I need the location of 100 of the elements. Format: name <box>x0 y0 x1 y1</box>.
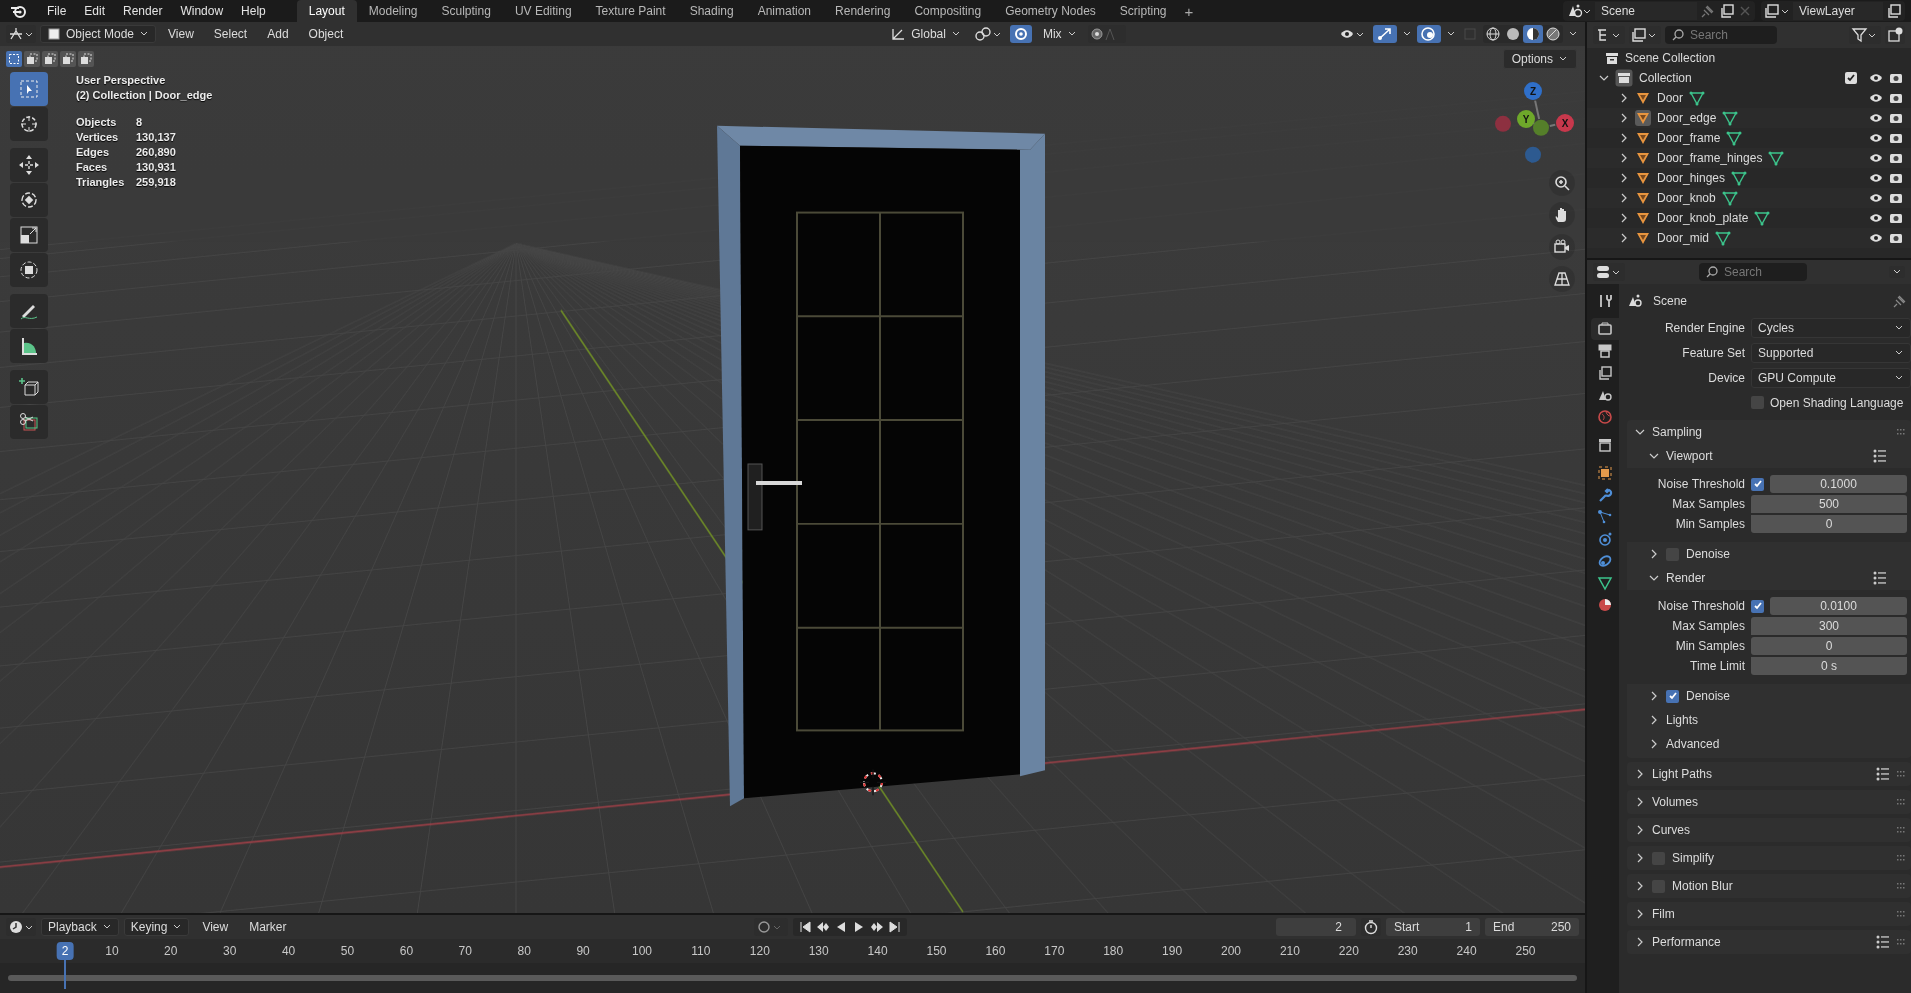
mesh-data-icon[interactable] <box>1722 110 1739 126</box>
menu-item[interactable]: Select <box>205 27 256 41</box>
panel-title[interactable]: Light Paths <box>1652 767 1713 781</box>
mesh-data-icon[interactable] <box>1689 90 1705 106</box>
menu-item[interactable]: View <box>160 27 202 41</box>
start-frame-field[interactable]: Start 1 <box>1386 918 1480 936</box>
chevron-icon[interactable] <box>1635 825 1645 835</box>
orientation-dropdown[interactable]: Global <box>883 25 968 43</box>
drag-handle-icon[interactable] <box>1897 826 1907 834</box>
checkbox[interactable] <box>1751 477 1764 491</box>
chevron-icon[interactable] <box>1649 739 1659 749</box>
subpanel-title[interactable]: Denoise <box>1686 689 1731 703</box>
checkbox[interactable] <box>1666 689 1679 703</box>
menu-item[interactable]: View <box>194 920 237 934</box>
number-field[interactable]: 0 <box>1751 637 1907 655</box>
number-field[interactable]: 0.0100 <box>1770 597 1907 615</box>
camera-icon[interactable] <box>1889 112 1903 124</box>
presets-icon[interactable] <box>1876 935 1890 949</box>
outliner-item[interactable]: Door_hinges <box>1657 171 1726 185</box>
camera-icon[interactable] <box>1889 132 1903 144</box>
next-keyframe-icon[interactable] <box>868 919 885 935</box>
rendered-sphere-icon[interactable] <box>1543 25 1563 43</box>
workspace-tab[interactable]: Compositing <box>902 0 994 22</box>
number-field[interactable]: 0.1000 <box>1770 475 1907 493</box>
number-field[interactable]: 300 <box>1751 617 1907 635</box>
workspace-tab[interactable]: Layout <box>296 0 357 22</box>
select-field[interactable]: Supported <box>1751 342 1911 363</box>
eye-icon[interactable] <box>1869 152 1883 164</box>
mesh-data-icon[interactable] <box>1731 170 1748 186</box>
panel-title[interactable]: Simplify <box>1672 851 1714 865</box>
chevron-icon[interactable] <box>1635 937 1645 947</box>
camera-icon[interactable] <box>1889 232 1903 244</box>
camera-icon[interactable] <box>1889 92 1903 104</box>
drag-handle-icon[interactable] <box>1897 798 1907 806</box>
presets-icon[interactable] <box>1873 571 1887 585</box>
presets-icon[interactable] <box>1873 449 1887 463</box>
pin-icon[interactable] <box>1700 3 1716 19</box>
drag-handle-icon[interactable] <box>1897 938 1907 946</box>
eye-icon[interactable] <box>1869 192 1883 204</box>
playhead[interactable]: 2 <box>56 942 74 960</box>
menu-item[interactable]: Render <box>114 4 172 18</box>
scissors-icon[interactable] <box>10 405 48 439</box>
workspace-tab[interactable]: Geometry Nodes <box>993 0 1108 22</box>
chevron-icon[interactable] <box>1649 451 1659 461</box>
outliner-item[interactable]: Scene Collection <box>1625 51 1716 65</box>
object-icon[interactable] <box>1635 210 1651 226</box>
mesh-data-icon[interactable] <box>1726 130 1743 146</box>
camera-icon[interactable] <box>1889 152 1903 164</box>
menu-item[interactable]: Window <box>171 4 233 18</box>
workspace-tab[interactable]: UV Editing <box>502 0 584 22</box>
chevron-icon[interactable] <box>1599 73 1609 83</box>
outliner-item[interactable]: Door_mid <box>1657 231 1710 245</box>
object-icon[interactable] <box>1635 150 1651 166</box>
number-field[interactable]: 500 <box>1751 495 1907 513</box>
wireframe-sphere-icon[interactable] <box>1483 25 1503 43</box>
panel-title[interactable]: Motion Blur <box>1672 879 1733 893</box>
overlays-button[interactable] <box>1417 25 1441 43</box>
subpanel-title[interactable]: Render <box>1666 571 1706 585</box>
current-frame-field[interactable]: 2 <box>1276 918 1356 936</box>
pin-icon[interactable] <box>1893 294 1907 308</box>
selection-mode-button[interactable] <box>24 51 40 67</box>
select-field[interactable]: GPU Compute <box>1751 367 1911 388</box>
select-field[interactable]: Cycles <box>1751 317 1911 338</box>
falloff-dropdown[interactable]: Mix <box>1035 25 1084 43</box>
scale-icon[interactable] <box>10 218 48 252</box>
outliner-item[interactable]: Door_frame_hinges <box>1657 151 1763 165</box>
zoom-icon[interactable] <box>1549 170 1575 196</box>
object-icon[interactable] <box>1635 110 1651 126</box>
subpanel-title[interactable]: Advanced <box>1666 737 1720 751</box>
move-icon[interactable] <box>10 148 48 182</box>
panel-title[interactable]: Curves <box>1652 823 1690 837</box>
chevron-icon[interactable] <box>1649 691 1659 701</box>
hand-icon[interactable] <box>1549 202 1575 228</box>
panel-title[interactable]: Volumes <box>1652 795 1699 809</box>
drag-handle-icon[interactable] <box>1897 854 1907 862</box>
menu-item[interactable]: Help <box>232 4 275 18</box>
subpanel-title[interactable]: Viewport <box>1666 449 1713 463</box>
eye-icon[interactable] <box>1869 112 1883 124</box>
object-icon[interactable] <box>1635 230 1651 246</box>
panel-title[interactable]: Film <box>1652 907 1675 921</box>
duplicate-icon[interactable] <box>1719 3 1735 19</box>
camera-icon[interactable] <box>1889 192 1903 204</box>
outliner-item[interactable]: Door <box>1657 91 1683 105</box>
chevron-icon[interactable] <box>1635 427 1645 437</box>
checkbox[interactable] <box>1845 72 1857 84</box>
panel-title[interactable]: Performance <box>1652 935 1721 949</box>
selection-mode-button[interactable] <box>42 51 58 67</box>
menu-item[interactable]: Object <box>300 27 352 41</box>
checkbox[interactable] <box>1751 396 1764 409</box>
panel-title[interactable]: Sampling <box>1652 425 1703 439</box>
negative-axis-handle[interactable] <box>1495 115 1511 132</box>
eye-icon[interactable] <box>1869 132 1883 144</box>
workspace-tab[interactable]: Rendering <box>823 0 903 22</box>
chevron-icon[interactable] <box>1635 769 1645 779</box>
ruler-icon[interactable] <box>10 329 48 363</box>
chevron-icon[interactable] <box>1635 797 1645 807</box>
object-icon[interactable] <box>1635 90 1651 106</box>
pencil-icon[interactable] <box>10 294 48 328</box>
subpanel-title[interactable]: Lights <box>1666 713 1699 727</box>
menu-item[interactable]: Edit <box>75 4 115 18</box>
